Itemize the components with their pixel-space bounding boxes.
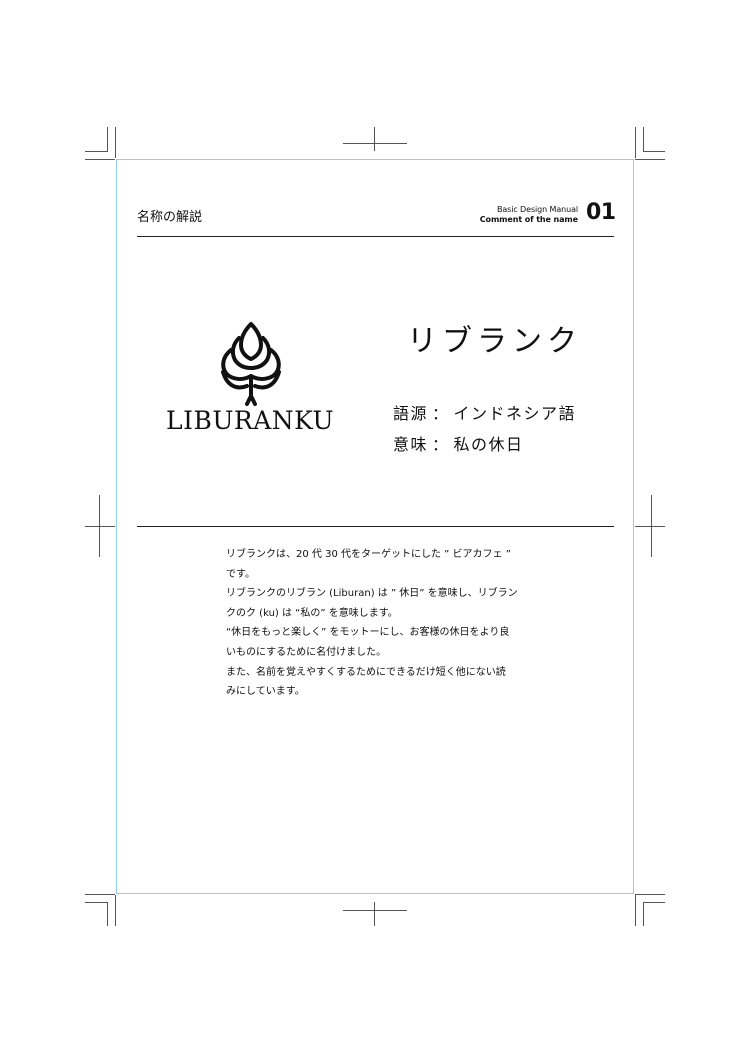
brand-name-kana: リブランク [407, 324, 582, 359]
artichoke-leaf-icon [221, 322, 281, 406]
description-line: です。 [226, 568, 255, 580]
origin-row: 語源：インドネシア語 [393, 400, 576, 424]
page-title: 名称の解説 [137, 210, 203, 225]
section-divider [137, 526, 614, 527]
brand-wordmark: LIBURANKU [165, 406, 335, 435]
meaning-separator: ： [432, 435, 450, 454]
origin-label: 語源 [393, 404, 429, 423]
description-line: リブランクのリブラン (Liburan) は ” 休日” を意味し、リブラン [226, 588, 518, 600]
section-title: Comment of the name [479, 215, 578, 224]
description-line: また、名前を覚えやすくするためにできるだけ短く他にない読 [226, 666, 506, 678]
header-divider [137, 236, 614, 237]
description-line: みにしています。 [226, 686, 305, 698]
manual-title: Basic Design Manual [496, 205, 578, 214]
description-line: クのク (ku) は “私の” を意味します。 [226, 607, 398, 619]
description-line: リブランクは、20 代 30 代をターゲットにした ” ビアカフェ ” [226, 549, 511, 560]
manual-subtitle: Basic Design Manual Comment of the name [480, 205, 578, 225]
page-number: 01 [586, 200, 616, 225]
meaning-value: 私の休日 [453, 435, 524, 454]
meaning-row: 意味：私の休日 [393, 431, 524, 455]
origin-value: インドネシア語 [453, 404, 577, 423]
description-line: “休日をもっと楽しく” をモットーにし、お客様の休日をより良 [226, 627, 510, 639]
meaning-label: 意味 [393, 435, 429, 454]
description-text: リブランクは、20 代 30 代をターゲットにした ” ビアカフェ ” です。 … [226, 545, 526, 702]
origin-separator: ： [432, 404, 450, 423]
description-line: いものにするために名付けました。 [226, 646, 387, 658]
